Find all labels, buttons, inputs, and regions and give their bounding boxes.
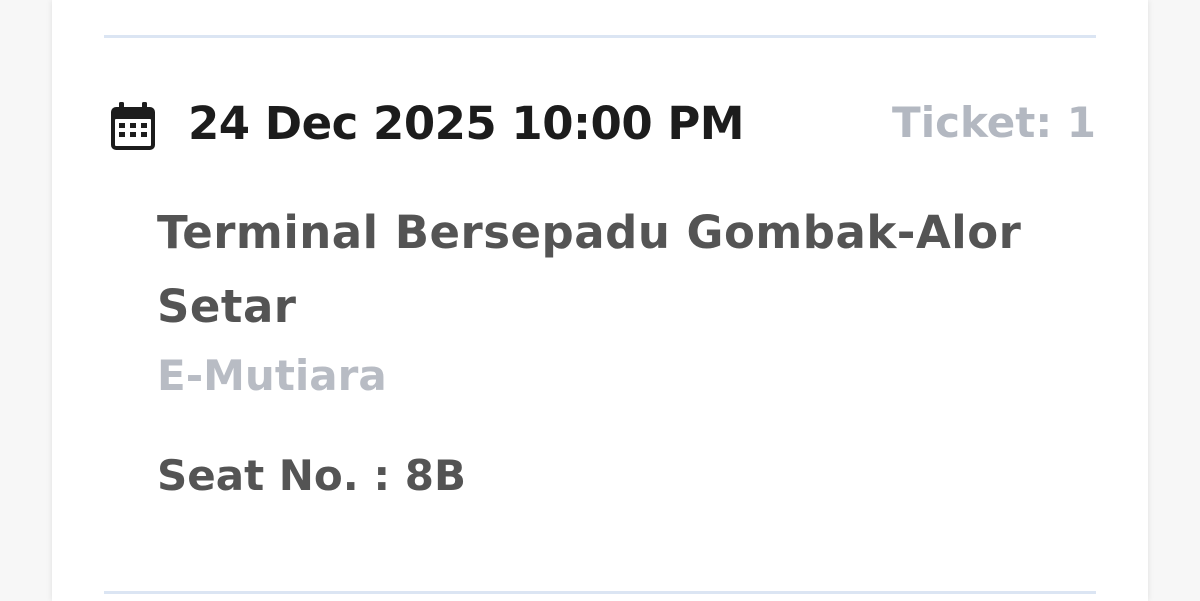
trip-route: Terminal Bersepadu Gombak-Alor Setar [157,206,1022,333]
top-divider [104,35,1096,38]
trip-card: 24 Dec 2025 10:00 PM Ticket: 1 Terminal … [52,0,1148,601]
bottom-divider [104,591,1096,594]
seat-number: Seat No. : 8B [157,451,467,500]
calendar-icon [111,102,155,150]
ticket-count: Ticket: 1 [892,98,1096,147]
trip-datetime: 24 Dec 2025 10:00 PM [188,97,745,150]
bus-operator: E-Mutiara [157,351,387,400]
trip-date-row: 24 Dec 2025 10:00 PM Ticket: 1 [108,96,1100,156]
